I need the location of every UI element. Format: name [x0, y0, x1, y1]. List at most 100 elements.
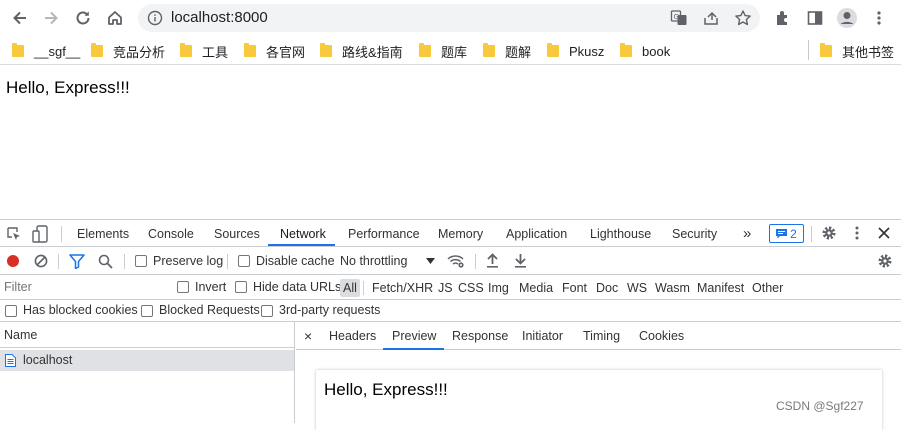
- settings-gear-icon[interactable]: [821, 225, 837, 241]
- arrow-right-icon: [45, 11, 58, 25]
- customize-menu-icon[interactable]: [849, 225, 865, 241]
- tab-network[interactable]: Network: [280, 220, 326, 247]
- hide-data-urls-checkbox[interactable]: [235, 281, 247, 293]
- filter-type-all[interactable]: All: [340, 279, 360, 297]
- forward-button[interactable]: [39, 6, 63, 30]
- more-tabs-button[interactable]: »: [743, 220, 751, 247]
- blocked-cookies-checkbox[interactable]: [5, 305, 17, 317]
- bookmark-folder-solutions[interactable]: 题解: [483, 41, 531, 61]
- tab-security[interactable]: Security: [672, 220, 717, 247]
- device-toolbar-icon[interactable]: [32, 225, 48, 243]
- tab-initiator[interactable]: Initiator: [522, 322, 563, 350]
- preserve-log-label: Preserve log: [153, 254, 224, 268]
- filter-type-fetch-xhr[interactable]: Fetch/XHR: [370, 279, 435, 297]
- network-toolbar: Preserve log Disable cache No throttling: [0, 248, 901, 275]
- back-button[interactable]: [8, 6, 32, 30]
- menu-kebab-icon[interactable]: [867, 6, 891, 30]
- request-row-localhost[interactable]: localhost: [0, 350, 294, 371]
- tab-preview[interactable]: Preview: [392, 322, 436, 350]
- message-icon: [776, 228, 788, 238]
- name-column-header[interactable]: Name: [0, 322, 295, 348]
- inspect-element-icon[interactable]: [6, 226, 22, 242]
- tab-headers[interactable]: Headers: [329, 322, 376, 350]
- active-tab-indicator: [383, 348, 444, 350]
- divider: [61, 226, 62, 242]
- blocked-requests-checkbox[interactable]: [141, 305, 153, 317]
- filter-type-other[interactable]: Other: [750, 279, 785, 297]
- info-icon[interactable]: [147, 10, 163, 26]
- filter-type-ws[interactable]: WS: [625, 279, 649, 297]
- bookmark-folder-pkusz[interactable]: Pkusz: [547, 41, 604, 61]
- reload-icon: [76, 11, 90, 25]
- bookmark-folder-sgf[interactable]: __sgf__: [12, 41, 80, 61]
- clear-icon[interactable]: [34, 254, 48, 268]
- tab-console[interactable]: Console: [148, 220, 194, 247]
- tab-performance[interactable]: Performance: [348, 220, 420, 247]
- tab-application[interactable]: Application: [506, 220, 567, 247]
- invert-checkbox[interactable]: [177, 281, 189, 293]
- tab-sources[interactable]: Sources: [214, 220, 260, 247]
- filter-type-doc[interactable]: Doc: [594, 279, 620, 297]
- tab-elements[interactable]: Elements: [77, 220, 129, 247]
- divider: [811, 226, 812, 242]
- close-icon[interactable]: [877, 226, 891, 240]
- profile-avatar-icon[interactable]: [835, 6, 859, 30]
- tab-lighthouse[interactable]: Lighthouse: [590, 220, 651, 247]
- share-icon[interactable]: [702, 9, 720, 27]
- bookmark-folder-competitive-analysis[interactable]: 竞品分析: [91, 41, 165, 61]
- preserve-log-checkbox[interactable]: [135, 255, 147, 267]
- bookmarks-bar: __sgf__ 竞品分析 工具 各官网 路线&指南 题库 题解 Pkusz bo…: [0, 36, 901, 65]
- tab-timing[interactable]: Timing: [583, 322, 620, 350]
- filter-type-font[interactable]: Font: [560, 279, 589, 297]
- dropdown-arrow-icon[interactable]: [426, 258, 435, 264]
- address-bar[interactable]: localhost:8000 G: [138, 4, 760, 32]
- messages-badge[interactable]: 2: [769, 224, 804, 243]
- devtools-panel: Elements Console Sources Network Perform…: [0, 219, 901, 430]
- import-har-icon[interactable]: [486, 253, 499, 268]
- folder-icon: [419, 43, 431, 57]
- home-button[interactable]: [103, 6, 127, 30]
- filter-type-wasm[interactable]: Wasm: [653, 279, 692, 297]
- tab-cookies[interactable]: Cookies: [639, 322, 684, 350]
- disable-cache-checkbox[interactable]: [238, 255, 250, 267]
- url-text[interactable]: localhost:8000: [171, 9, 268, 26]
- filter-type-img[interactable]: Img: [486, 279, 511, 297]
- filter-type-manifest[interactable]: Manifest: [695, 279, 746, 297]
- folder-icon: [180, 43, 192, 57]
- folder-icon: [320, 43, 332, 57]
- network-conditions-icon[interactable]: [447, 253, 465, 269]
- divider: [475, 254, 476, 269]
- throttling-select[interactable]: No throttling: [340, 254, 407, 268]
- side-panel-icon[interactable]: [803, 6, 827, 30]
- record-icon[interactable]: [6, 254, 20, 268]
- filter-type-js[interactable]: JS: [436, 279, 455, 297]
- folder-icon: [91, 43, 103, 57]
- divider: [363, 281, 364, 295]
- blocked-cookies-label: Has blocked cookies: [23, 303, 138, 317]
- close-detail-button[interactable]: ×: [304, 322, 312, 350]
- translate-icon[interactable]: G: [670, 9, 688, 27]
- bookmark-folder-routes-guides[interactable]: 路线&指南: [320, 41, 403, 61]
- reload-button[interactable]: [71, 6, 95, 30]
- filter-funnel-icon[interactable]: [69, 254, 85, 269]
- other-bookmarks[interactable]: 其他书签: [820, 41, 894, 61]
- bookmark-folder-tools[interactable]: 工具: [180, 41, 228, 61]
- blocked-requests-label: Blocked Requests: [159, 303, 260, 317]
- search-icon[interactable]: [98, 254, 113, 269]
- tab-response[interactable]: Response: [452, 322, 508, 350]
- divider: [58, 254, 59, 269]
- bookmark-folder-book[interactable]: book: [620, 41, 670, 61]
- third-party-checkbox[interactable]: [261, 305, 273, 317]
- bookmark-folder-problem-bank[interactable]: 题库: [419, 41, 467, 61]
- export-har-icon[interactable]: [514, 253, 527, 268]
- star-icon[interactable]: [734, 9, 752, 27]
- filter-input[interactable]: Filter: [0, 277, 164, 298]
- tab-memory[interactable]: Memory: [438, 220, 483, 247]
- filter-type-media[interactable]: Media: [517, 279, 555, 297]
- bookmark-folder-official-sites[interactable]: 各官网: [244, 41, 305, 61]
- network-settings-gear-icon[interactable]: [877, 253, 893, 269]
- filter-type-css[interactable]: CSS: [456, 279, 486, 297]
- page-body-text: Hello, Express!!!: [6, 78, 130, 97]
- extensions-icon[interactable]: [771, 6, 795, 30]
- browser-toolbar: localhost:8000 G: [0, 0, 901, 36]
